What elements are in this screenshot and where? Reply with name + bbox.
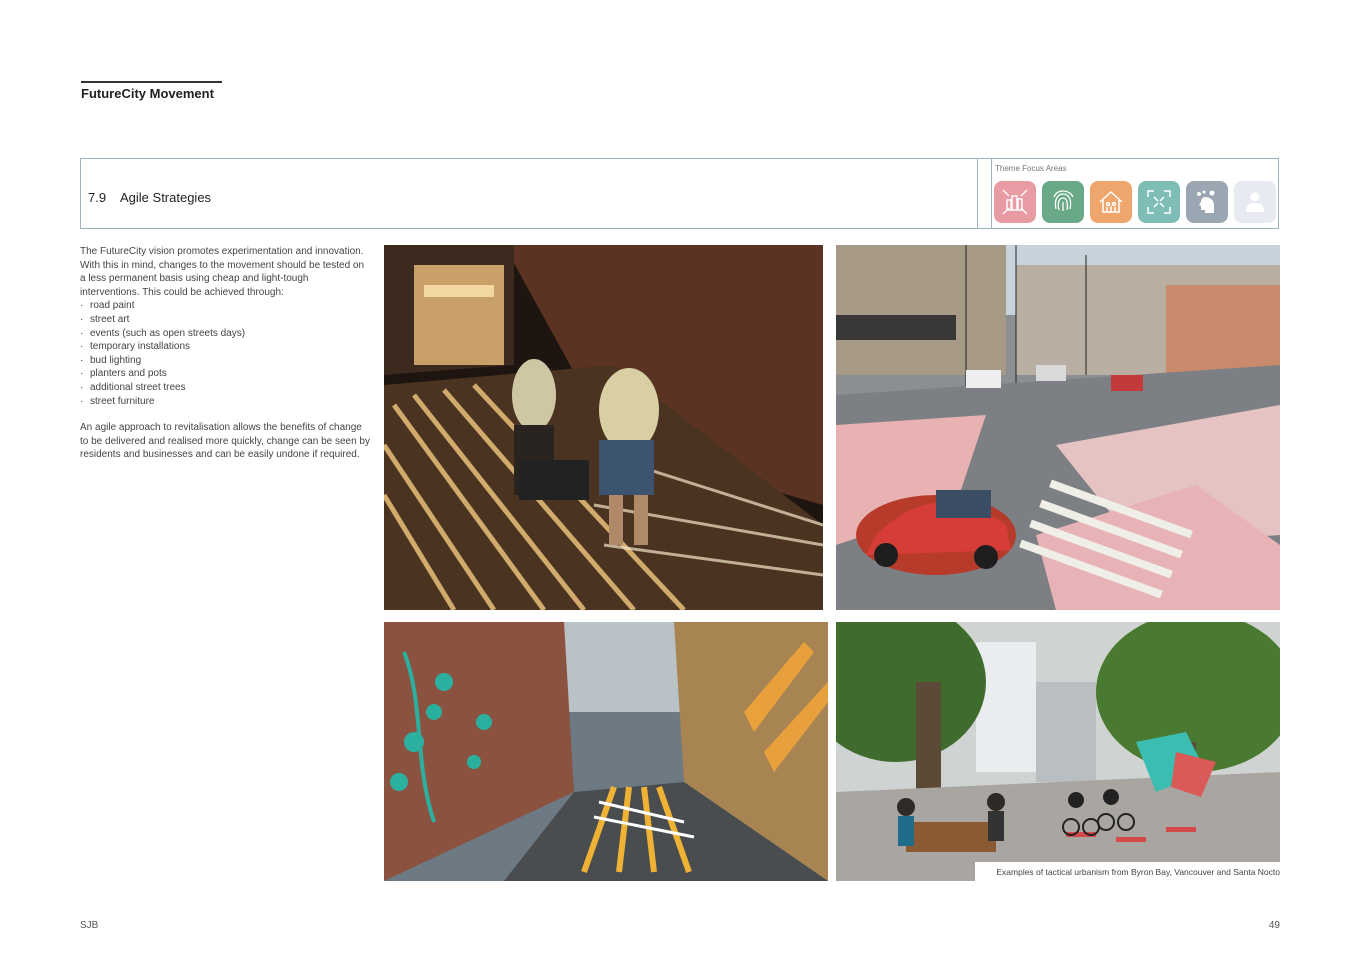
list-item: bud lighting <box>80 354 370 368</box>
section-title: Agile Strategies <box>120 190 212 205</box>
head-ideas-icon <box>1186 181 1228 223</box>
community-house-icon <box>1090 181 1132 223</box>
divider <box>991 159 992 228</box>
document-title: FutureCity Movement <box>81 86 214 101</box>
page-number: 49 <box>1268 920 1280 931</box>
intervention-list: road paint street art events (such as op… <box>80 299 370 408</box>
person-icon <box>1234 181 1276 223</box>
fingerprint-icon <box>1042 181 1084 223</box>
intro-paragraph: The FutureCity vision promotes experimen… <box>80 246 365 298</box>
intro-text: The FutureCity vision promotes experimen… <box>80 245 370 462</box>
city-icon <box>994 181 1036 223</box>
list-item: street furniture <box>80 395 370 409</box>
list-item: temporary installations <box>80 340 370 354</box>
list-item: events (such as open streets days) <box>80 327 370 341</box>
list-item: road paint <box>80 299 370 313</box>
list-item: street art <box>80 313 370 327</box>
intro-paragraph: An agile approach to revitalisation allo… <box>80 422 370 461</box>
photo-night-road-painting <box>384 245 823 610</box>
list-item: planters and pots <box>80 367 370 381</box>
section-header-box: 7.9 Agile Strategies Theme Focus Areas <box>80 158 1279 229</box>
header-rule <box>81 81 222 83</box>
expand-frame-icon <box>1138 181 1180 223</box>
footer-brand: SJB <box>80 920 99 931</box>
photo-pop-up-plaza <box>836 622 1280 881</box>
photo-caption: Examples of tactical urbanism from Byron… <box>975 862 1280 882</box>
photo-painted-intersection <box>836 245 1280 610</box>
section-number: 7.9 <box>88 190 107 205</box>
theme-icons <box>994 181 1276 223</box>
section-heading: 7.9 Agile Strategies <box>88 190 211 205</box>
list-item: additional street trees <box>80 381 370 395</box>
divider <box>977 159 978 228</box>
photo-laneway-street-art <box>384 622 828 881</box>
theme-focus-label: Theme Focus Areas <box>995 164 1067 173</box>
